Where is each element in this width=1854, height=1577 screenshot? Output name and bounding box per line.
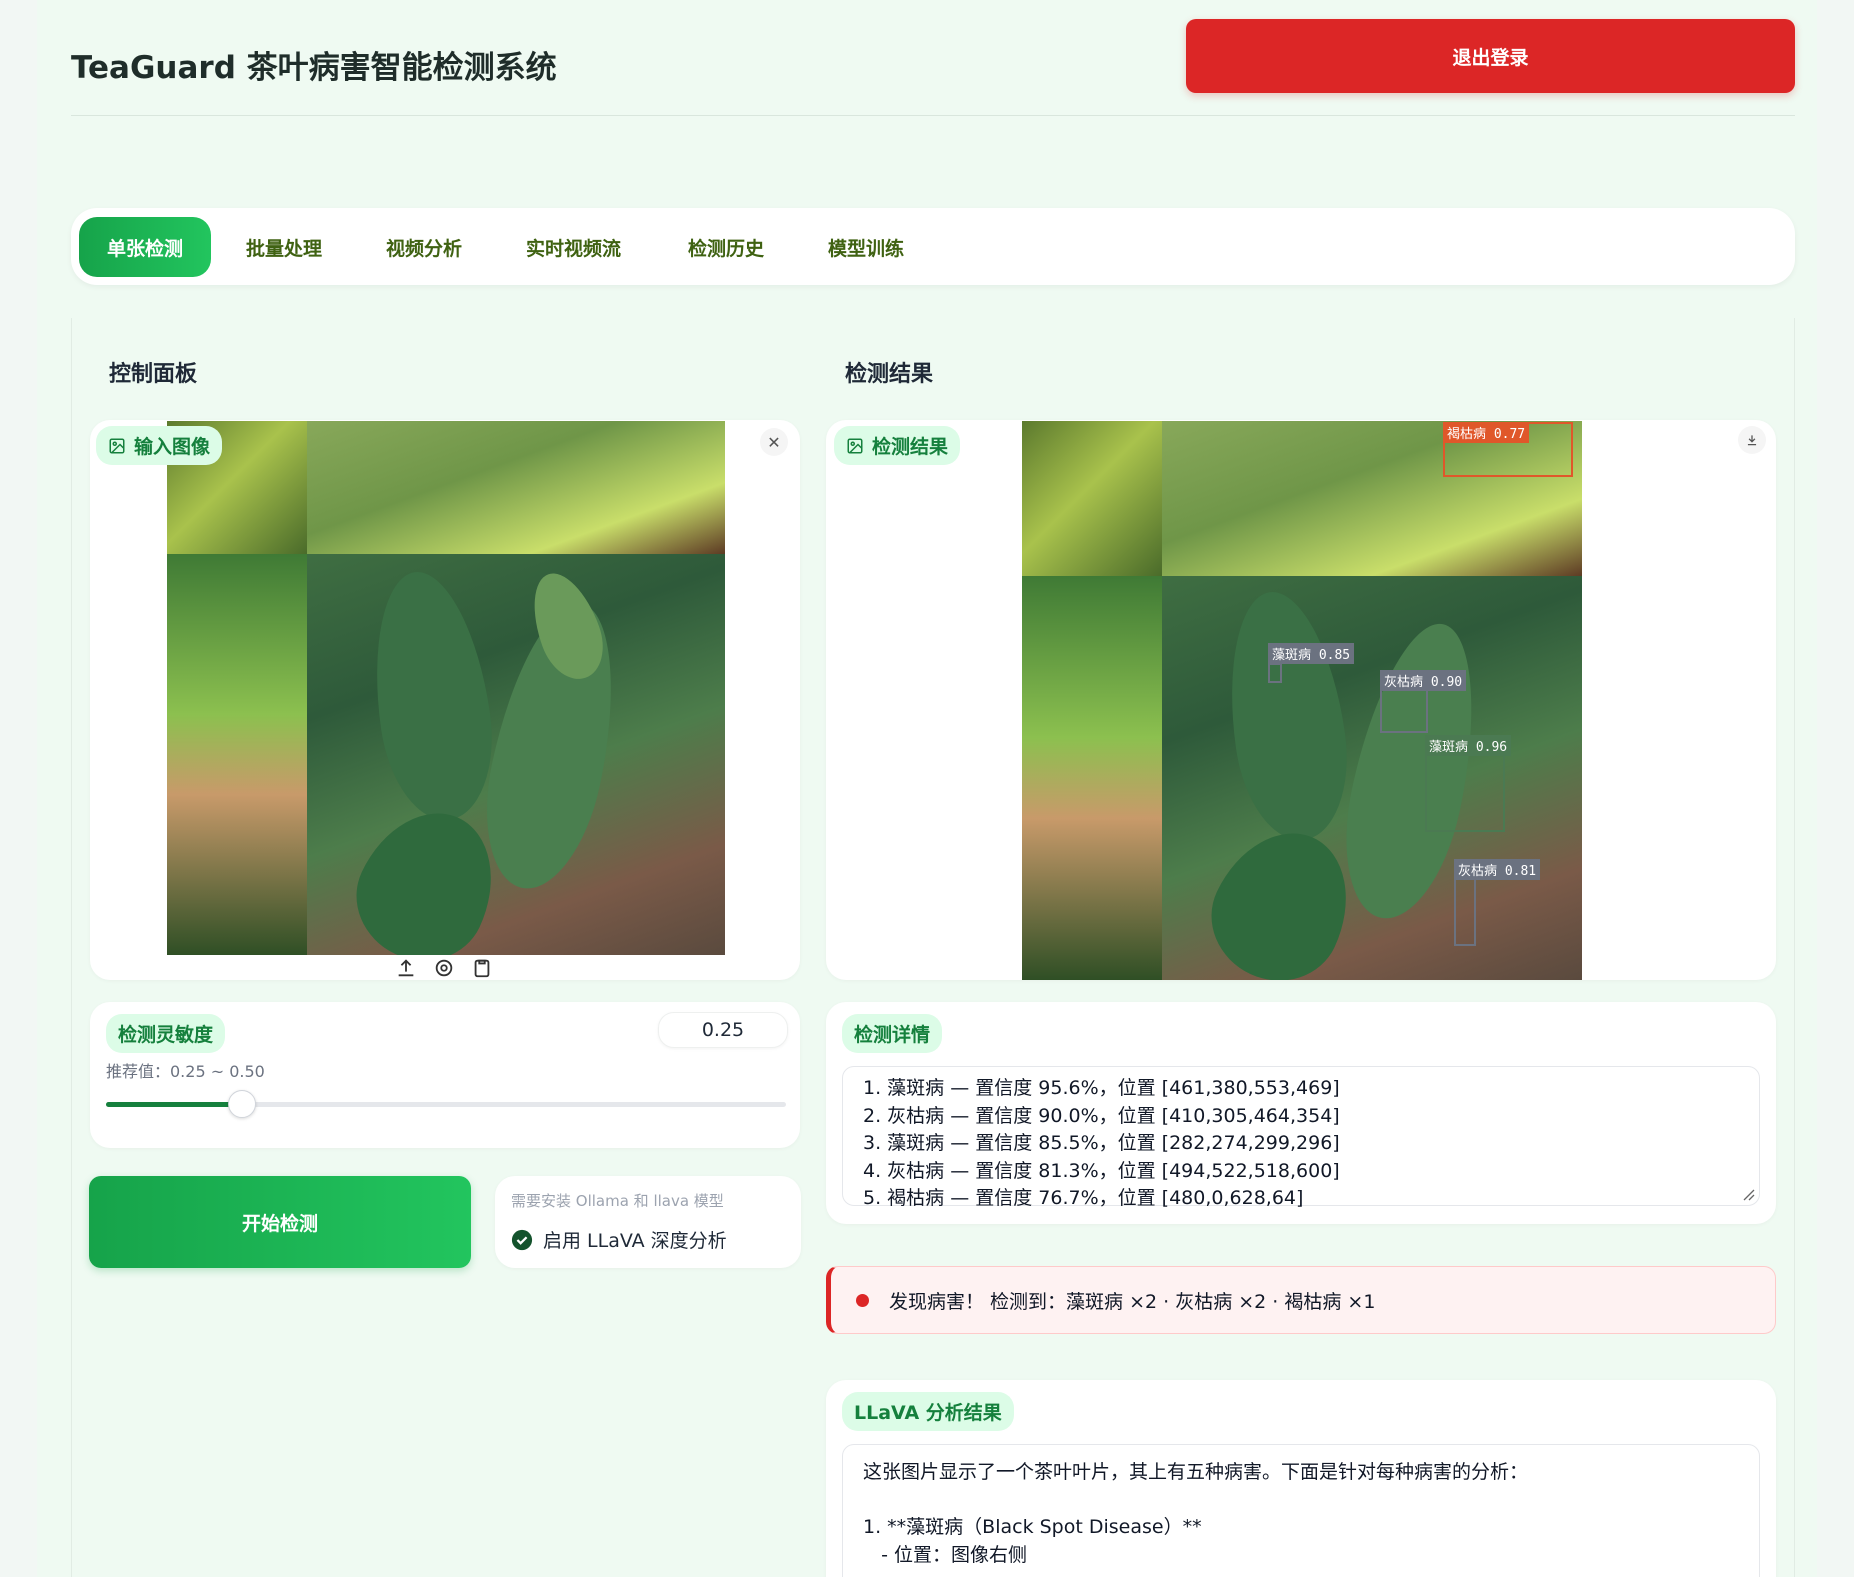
detection-label: 褐枯病 0.77 <box>1443 422 1530 443</box>
checkbox-checked-icon[interactable] <box>511 1229 533 1251</box>
upload-icon[interactable] <box>395 957 417 979</box>
sensitivity-value-input[interactable]: 0.25 <box>658 1012 788 1048</box>
detection-box <box>1454 878 1476 946</box>
input-image-card[interactable]: 输入图像 ✕ <box>90 420 800 980</box>
llava-hint: 需要安装 Ollama 和 llava 模型 <box>511 1192 724 1210</box>
clear-image-icon[interactable]: ✕ <box>760 428 788 456</box>
sensitivity-card: 检测灵敏度 0.25 推荐值：0.25 ~ 0.50 <box>90 1002 800 1148</box>
llava-line: - 位置：图像右侧 <box>863 1543 1028 1566</box>
tab-realtime-stream[interactable]: 实时视频流 <box>498 217 649 277</box>
detail-line: 3. 藻斑病 — 置信度 85.5%，位置 [282,274,299,296] <box>863 1132 1340 1154</box>
llava-toggle-card: 需要安装 Ollama 和 llava 模型 启用 LLaVA 深度分析 <box>495 1176 801 1268</box>
detection-label: 灰枯病 0.81 <box>1454 859 1541 880</box>
sensitivity-slider-thumb[interactable] <box>228 1090 256 1118</box>
llava-checkbox-row[interactable]: 启用 LLaVA 深度分析 <box>511 1226 727 1253</box>
detail-line: 4. 灰枯病 — 置信度 81.3%，位置 [494,522,518,600] <box>863 1159 1340 1182</box>
detail-line: 5. 褐枯病 — 置信度 76.7%，位置 [480,0,628,64] <box>863 1187 1304 1209</box>
input-image <box>167 421 725 955</box>
results-title: 检测结果 <box>845 362 934 387</box>
details-label: 检测详情 <box>842 1014 943 1053</box>
detection-label: 藻斑病 0.96 <box>1425 735 1512 756</box>
result-image: 褐枯病 0.77 藻斑病 0.85 灰枯病 0.90 藻斑病 0.96 灰枯病 … <box>1022 421 1582 980</box>
resize-handle-icon[interactable] <box>1743 1189 1755 1201</box>
logout-button[interactable]: 退出登录 <box>1186 19 1795 93</box>
details-list: 1. 藻斑病 — 置信度 95.6%，位置 [461,380,553,469] … <box>863 1075 1739 1213</box>
disease-alert: 发现病害！ 检测到：藻斑病 ×2 · 灰枯病 ×2 · 褐枯病 ×1 <box>826 1266 1776 1334</box>
result-image-card: 褐枯病 0.77 藻斑病 0.85 灰枯病 0.90 藻斑病 0.96 灰枯病 … <box>826 420 1776 980</box>
detection-box <box>1425 754 1505 832</box>
detection-label: 藻斑病 0.85 <box>1268 643 1355 664</box>
llava-line: 这张图片显示了一个茶叶叶片，其上有五种病害。下面是针对每种病害的分析： <box>863 1461 1529 1483</box>
detail-line: 2. 灰枯病 — 置信度 90.0%，位置 [410,305,464,354] <box>863 1104 1340 1127</box>
llava-checkbox-label: 启用 LLaVA 深度分析 <box>543 1230 727 1252</box>
sensitivity-label: 检测灵敏度 <box>106 1014 226 1053</box>
detection-details-card: 检测详情 1. 藻斑病 — 置信度 95.6%，位置 [461,380,553,… <box>826 1002 1776 1224</box>
llava-result-card: LLaVA 分析结果 这张图片显示了一个茶叶叶片，其上有五种病害。下面是针对每种… <box>826 1380 1776 1577</box>
sensitivity-slider-fill <box>106 1102 242 1107</box>
start-detect-button[interactable]: 开始检测 <box>89 1176 471 1268</box>
detail-line: 1. 藻斑病 — 置信度 95.6%，位置 [461,380,553,469] <box>863 1077 1340 1099</box>
clipboard-icon[interactable] <box>471 957 493 979</box>
alert-dot-icon <box>856 1293 869 1307</box>
control-panel-title: 控制面板 <box>109 362 198 387</box>
detection-box <box>1380 689 1428 733</box>
tab-training[interactable]: 模型训练 <box>800 217 932 277</box>
tab-bar: 单张检测 批量处理 视频分析 实时视频流 检测历史 模型训练 <box>71 208 1795 285</box>
tab-history[interactable]: 检测历史 <box>660 217 792 277</box>
app-header: TeaGuard 茶叶病害智能检测系统 退出登录 <box>71 0 1795 116</box>
download-icon[interactable] <box>1738 426 1766 454</box>
image-icon <box>847 438 863 453</box>
webcam-icon[interactable] <box>433 957 455 979</box>
input-image-badge: 输入图像 <box>96 426 223 465</box>
result-image-badge: 检测结果 <box>834 426 961 465</box>
tab-single-detect[interactable]: 单张检测 <box>79 217 212 277</box>
llava-line: 1. **藻斑病（Black Spot Disease）** <box>863 1516 1202 1538</box>
llava-result-label: LLaVA 分析结果 <box>842 1392 1014 1431</box>
image-source-toolbar <box>395 957 493 979</box>
tab-video[interactable]: 视频分析 <box>358 217 490 277</box>
main-content: 控制面板 输入图像 ✕ 检测灵敏度 0.25 推荐值：0.25 ~ 0.50 开… <box>71 318 1795 1577</box>
image-icon <box>109 438 125 453</box>
app-title: TeaGuard 茶叶病害智能检测系统 <box>71 50 557 86</box>
input-image-label: 输入图像 <box>134 436 211 458</box>
alert-text: 发现病害！ 检测到：藻斑病 ×2 · 灰枯病 ×2 · 褐枯病 ×1 <box>889 1290 1376 1313</box>
details-textarea[interactable]: 1. 藻斑病 — 置信度 95.6%，位置 [461,380,553,469] … <box>842 1066 1760 1209</box>
llava-line <box>863 1487 1739 1515</box>
detection-label: 灰枯病 0.90 <box>1380 670 1467 691</box>
sensitivity-hint: 推荐值：0.25 ~ 0.50 <box>106 1062 265 1081</box>
result-image-label: 检测结果 <box>872 436 949 458</box>
tab-batch[interactable]: 批量处理 <box>218 217 350 277</box>
llava-result-textarea[interactable]: 这张图片显示了一个茶叶叶片，其上有五种病害。下面是针对每种病害的分析： 1. *… <box>842 1444 1760 1577</box>
detection-box <box>1268 663 1282 683</box>
